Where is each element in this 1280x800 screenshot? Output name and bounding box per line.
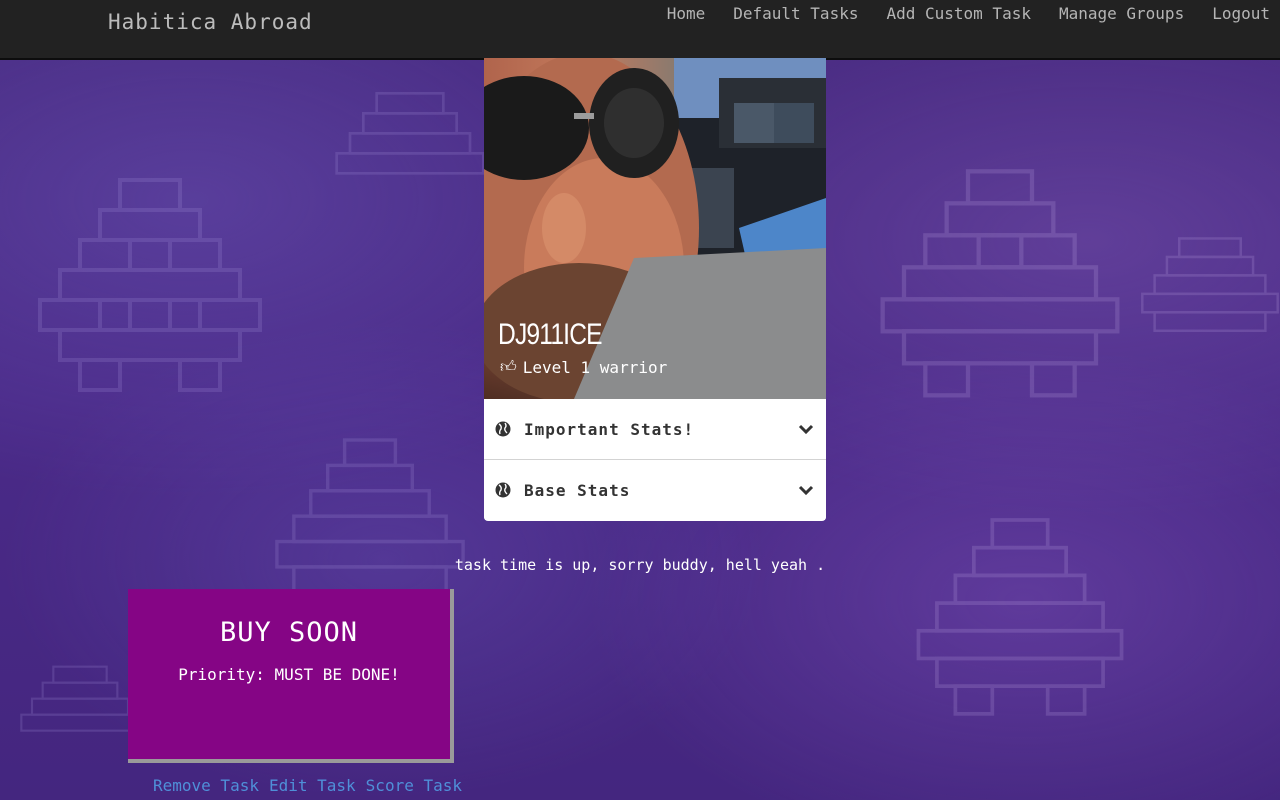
globe-icon (495, 421, 511, 437)
profile-level: 👍︎ Level 1 warrior (500, 357, 667, 377)
score-task-link[interactable]: Score Task (366, 776, 462, 795)
nav-links: Home Default Tasks Add Custom Task Manag… (667, 4, 1270, 23)
remove-task-link[interactable]: Remove Task (153, 776, 259, 795)
pixel-invader-decoration (880, 169, 1120, 398)
pixel-invader-decoration (1141, 237, 1279, 332)
nav-default-tasks[interactable]: Default Tasks (733, 4, 858, 23)
task-title: BUY SOON (219, 617, 359, 648)
profile-level-text: Level 1 warrior (522, 357, 668, 377)
nav-home[interactable]: Home (667, 4, 706, 23)
nav-logout[interactable]: Logout (1212, 4, 1270, 23)
important-stats-label: Important Stats! (524, 419, 695, 439)
chevron-down-icon[interactable] (798, 482, 814, 498)
brand-logo[interactable]: Habitica Abroad (108, 10, 313, 34)
pixel-invader-decoration (335, 92, 485, 175)
nav-add-custom-task[interactable]: Add Custom Task (886, 4, 1031, 23)
task-card: BUY SOON Priority: MUST BE DONE! (128, 589, 454, 763)
status-message: task time is up, sorry buddy, hell yeah … (454, 556, 826, 574)
base-stats-label: Base Stats (524, 480, 631, 500)
task-actions: Remove Task Edit Task Score Task (153, 776, 462, 795)
globe-icon (495, 482, 511, 498)
important-stats-toggle[interactable]: Important Stats! (484, 399, 826, 460)
pixel-invader-decoration (38, 178, 262, 392)
profile-photo: DJ911ICE 👍︎ Level 1 warrior (484, 58, 826, 399)
nav-manage-groups[interactable]: Manage Groups (1059, 4, 1184, 23)
profile-card: DJ911ICE 👍︎ Level 1 warrior Important St… (484, 58, 826, 521)
base-stats-toggle[interactable]: Base Stats (484, 460, 826, 520)
profile-name: DJ911ICE (498, 318, 603, 351)
pixel-invader-decoration (916, 518, 1124, 716)
edit-task-link[interactable]: Edit Task (269, 776, 356, 795)
task-priority: Priority: MUST BE DONE! (178, 665, 400, 684)
top-navbar: Habitica Abroad Home Default Tasks Add C… (0, 0, 1280, 60)
thumbs-up-icon: 👍︎ (500, 357, 517, 376)
chevron-down-icon[interactable] (798, 421, 814, 437)
